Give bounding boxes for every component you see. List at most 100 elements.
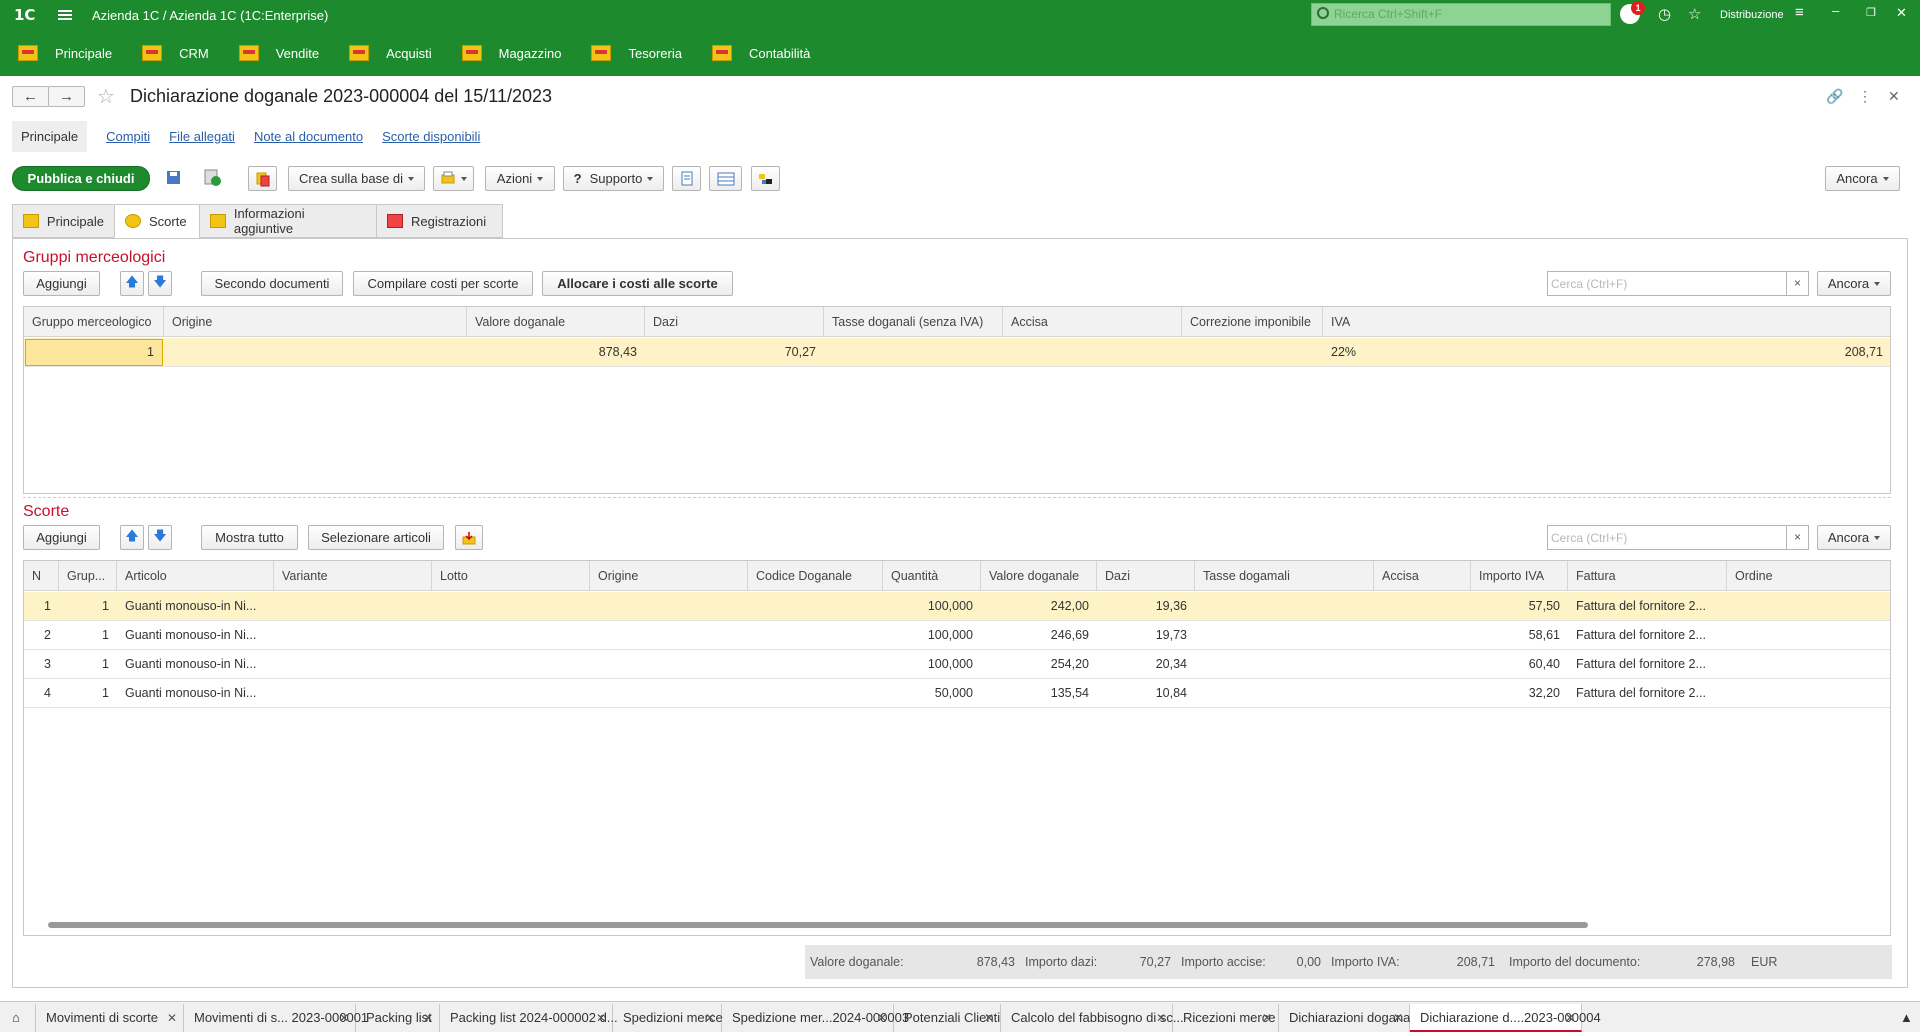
stock-move-down-button[interactable]: 🡇 [148, 525, 172, 550]
col-importo-iva[interactable]: Importo IVA [1471, 561, 1568, 591]
tab-registrazioni[interactable]: Registrazioni [376, 204, 503, 238]
cell-empty[interactable] [1727, 592, 1891, 621]
nav-vendite[interactable]: Vendite [238, 45, 319, 61]
cell-empty[interactable] [1374, 621, 1471, 650]
cell-empty[interactable] [590, 679, 748, 708]
show-all-button[interactable]: Mostra tutto [201, 525, 298, 550]
global-search-input[interactable]: Ricerca Ctrl+Shift+F [1311, 3, 1611, 26]
favorite-star-icon[interactable]: ☆ [97, 84, 115, 109]
open-window-tab[interactable]: Dichiarazioni doganali ✕ [1279, 1004, 1416, 1032]
cell-n[interactable]: 2 [24, 621, 59, 650]
link-icon[interactable]: 🔗 [1826, 88, 1843, 105]
open-window-tab[interactable]: Dichiarazione d....2023-000004 ✕ [1410, 1004, 1601, 1032]
cell-vat[interactable]: 60,40 [1471, 650, 1568, 679]
stock-add-button[interactable]: Aggiungi [23, 525, 100, 550]
cell-empty[interactable] [274, 621, 432, 650]
groups-search-input[interactable]: Cerca (Ctrl+F) [1547, 271, 1788, 296]
minimize-icon[interactable]: – [1832, 3, 1839, 18]
close-tab-icon[interactable]: ✕ [1565, 1004, 1575, 1032]
col-valore-doganale[interactable]: Valore doganale [981, 561, 1097, 591]
link-scorte-disponibili[interactable]: Scorte disponibili [382, 129, 480, 144]
col-accisa[interactable]: Accisa [1374, 561, 1471, 591]
table-icon-button[interactable] [709, 166, 742, 191]
cell-empty[interactable] [274, 592, 432, 621]
col-lotto[interactable]: Lotto [432, 561, 590, 591]
cell-item[interactable]: Guanti monouso-in Ni... [117, 592, 274, 621]
allocate-costs-button[interactable]: Allocare i costi alle scorte [542, 271, 733, 296]
table-row[interactable]: 1 878,43 70,27 22% 208,71 [24, 338, 1890, 367]
cell-empty[interactable] [1195, 650, 1374, 679]
cell-empty[interactable] [432, 679, 590, 708]
cell-empty[interactable] [1374, 592, 1471, 621]
actions-button[interactable]: Azioni [485, 166, 555, 191]
close-tab-icon[interactable]: ✕ [339, 1004, 349, 1032]
import-icon-button[interactable] [455, 525, 483, 550]
close-tab-icon[interactable]: ✕ [877, 1004, 887, 1032]
cell-qty[interactable]: 50,000 [883, 679, 981, 708]
cell-invoice[interactable]: Fattura del fornitore 2... [1568, 621, 1727, 650]
tab-principale[interactable]: Principale [12, 204, 115, 238]
more-vertical-icon[interactable]: ⋮ [1858, 88, 1872, 105]
stock-more-button[interactable]: Ancora [1817, 525, 1891, 550]
cell-empty[interactable] [748, 650, 883, 679]
cell-empty[interactable] [748, 679, 883, 708]
cell-taxes[interactable] [824, 338, 1003, 367]
post-document-icon[interactable] [202, 167, 224, 189]
cell-empty[interactable] [432, 592, 590, 621]
cell-empty[interactable] [274, 650, 432, 679]
open-window-tab[interactable]: Movimenti di s... 2023-000001 ✕ [184, 1004, 368, 1032]
open-window-tab[interactable]: Packing list ✕ [356, 1004, 440, 1032]
cell-excise[interactable] [1003, 338, 1182, 367]
nav-acquisti[interactable]: Acquisti [349, 45, 432, 61]
select-items-button[interactable]: Selezionare articoli [308, 525, 444, 550]
cell-vat[interactable]: 57,50 [1471, 592, 1568, 621]
create-based-on-button[interactable]: Crea sulla base di [288, 166, 425, 191]
forward-button[interactable]: → [48, 86, 85, 107]
nav-magazzino[interactable]: Magazzino [461, 45, 561, 61]
col-ordine[interactable]: Ordine [1727, 561, 1891, 591]
stock-move-up-button[interactable]: 🡅 [120, 525, 144, 550]
groups-move-up-button[interactable]: 🡅 [120, 271, 144, 296]
col-variante[interactable]: Variante [274, 561, 432, 591]
cell-qty[interactable]: 100,000 [883, 621, 981, 650]
cell-invoice[interactable]: Fattura del fornitore 2... [1568, 679, 1727, 708]
cell-empty[interactable] [1727, 650, 1891, 679]
table-row[interactable]: 1 1 Guanti monouso-in Ni... 100,000 242,00 19… [24, 592, 1890, 621]
cell-empty[interactable] [748, 621, 883, 650]
cell-correction[interactable] [1182, 338, 1323, 367]
open-window-tab[interactable]: Calcolo del fabbisogno di sc... ✕ [1001, 1004, 1184, 1032]
save-icon[interactable] [164, 168, 186, 190]
col-codice-doganale[interactable]: Codice Doganale [748, 561, 883, 591]
close-tab-icon[interactable]: ✕ [1156, 1004, 1166, 1032]
cell-group[interactable]: 1 [59, 621, 117, 650]
col-tasse[interactable]: Tasse doganali (senza IVA) [824, 307, 1003, 337]
cell-value[interactable]: 246,69 [981, 621, 1097, 650]
col-articolo[interactable]: Articolo [117, 561, 274, 591]
cell-empty[interactable] [1195, 679, 1374, 708]
col-quantita[interactable]: Quantità [883, 561, 981, 591]
groups-add-button[interactable]: Aggiungi [23, 271, 100, 296]
print-menu-button[interactable] [433, 166, 474, 191]
cell-empty[interactable] [432, 650, 590, 679]
nav-crm[interactable]: CRM [142, 45, 209, 61]
col-dazi[interactable]: Dazi [645, 307, 824, 337]
back-button[interactable]: ← [12, 86, 49, 107]
col-group[interactable]: Grup... [59, 561, 117, 591]
cell-qty[interactable]: 100,000 [883, 592, 981, 621]
cell-empty[interactable] [1727, 621, 1891, 650]
cell-empty[interactable] [748, 592, 883, 621]
home-icon[interactable]: ⌂ [0, 1004, 36, 1032]
cell-vat[interactable]: 32,20 [1471, 679, 1568, 708]
nav-tesoreria[interactable]: Tesoreria [591, 45, 682, 61]
cell-item[interactable]: Guanti monouso-in Ni... [117, 650, 274, 679]
restore-icon[interactable]: ❐ [1866, 6, 1876, 19]
favorites-star-icon[interactable]: ☆ [1688, 5, 1701, 23]
cell-group[interactable]: 1 [25, 339, 163, 366]
cell-empty[interactable] [274, 679, 432, 708]
close-document-icon[interactable]: ✕ [1888, 88, 1900, 105]
nav-principale[interactable]: Principale [18, 45, 112, 61]
close-tab-icon[interactable]: ✕ [1262, 1004, 1272, 1032]
menu-icon[interactable] [58, 10, 72, 20]
horizontal-scrollbar[interactable] [28, 921, 1886, 929]
cell-value[interactable]: 242,00 [981, 592, 1097, 621]
